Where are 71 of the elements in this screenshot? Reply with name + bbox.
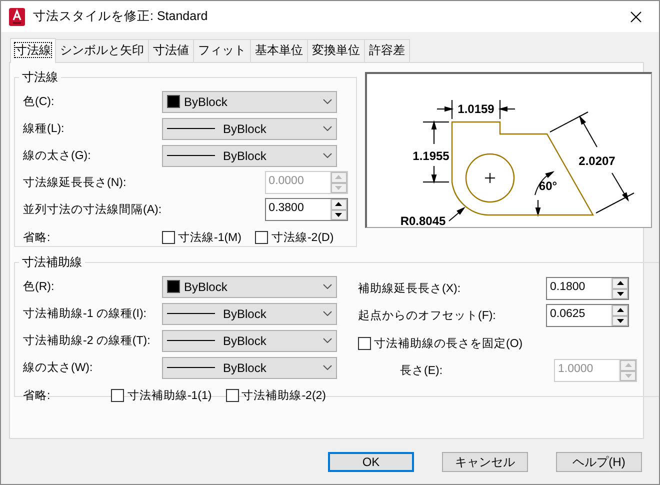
dropdown[interactable]: ByBlock (162, 276, 337, 298)
line-sample-icon (167, 367, 215, 368)
dialog-button[interactable]: キャンセル (442, 452, 528, 472)
dimension-label: 1.1955 (412, 149, 450, 163)
field-label: 寸法線延長長さ(N): (23, 176, 128, 190)
dialog-button[interactable]: ヘルプ(H) (556, 452, 642, 472)
field-label: 省略: (23, 230, 52, 244)
dropdown[interactable]: ByBlock (162, 144, 337, 166)
checkbox[interactable]: 寸法補助線の長さを固定(O) (358, 336, 523, 350)
checkbox-box[interactable] (255, 230, 268, 244)
dropdown[interactable]: ByBlock (162, 118, 337, 140)
checkbox-box[interactable] (358, 336, 371, 350)
dimension-label: R0.8045 (400, 214, 446, 226)
field-label: 並列寸法の寸法線間隔(A): (23, 202, 162, 217)
checkbox[interactable]: 寸法線-2(D) (255, 230, 334, 244)
field-label: 線の太さ(W): (23, 360, 94, 375)
color-swatch-icon (167, 280, 180, 293)
center-mark-icon (484, 172, 496, 184)
chevron-icon (323, 99, 332, 104)
group-title: 寸法補助線 (21, 254, 83, 271)
number-field[interactable]: 0.0625 (546, 304, 629, 327)
dimension-label: 1.0159 (457, 102, 494, 116)
field-label: 長さ(E): (400, 364, 444, 378)
line-sample-icon (167, 340, 215, 341)
dimension-label: 60° (538, 179, 557, 193)
spin-up-icon[interactable] (612, 278, 628, 288)
tab[interactable]: 許容差 (364, 39, 410, 62)
chevron-icon (323, 126, 332, 131)
group-title: 寸法線 (21, 69, 59, 86)
line-sample-icon (167, 155, 215, 156)
spin-up-icon[interactable] (330, 199, 347, 210)
line-sample-icon (167, 313, 215, 314)
field-label: 線種(L): (23, 122, 66, 136)
tab[interactable]: 寸法線 (10, 38, 56, 63)
checkbox-box[interactable] (111, 388, 124, 402)
dropdown[interactable]: ByBlock (162, 90, 337, 112)
color-swatch-icon (167, 95, 180, 108)
field-label: 色(R): (23, 280, 56, 294)
line-sample-icon (167, 128, 215, 129)
field-label: 線の太さ(G): (23, 148, 92, 163)
checkbox[interactable]: 寸法補助線-1(1) (111, 388, 212, 402)
spin-down-icon[interactable] (612, 288, 628, 299)
chevron-icon (323, 284, 332, 289)
checkbox[interactable]: 寸法線-1(M) (162, 230, 242, 244)
dialog-button[interactable]: OK (328, 452, 414, 472)
field-label: 起点からのオフセット(F): (358, 308, 497, 323)
checkbox-box[interactable] (226, 388, 239, 402)
spin-down-icon[interactable] (612, 316, 628, 326)
checkbox-box[interactable] (162, 230, 175, 244)
window-title: 寸法スタイルを修正: Standard (33, 8, 209, 25)
spin-up-icon[interactable] (612, 305, 628, 316)
hole-outline (465, 153, 514, 203)
chevron-icon (323, 365, 332, 370)
close-icon (630, 10, 642, 22)
chevron-icon (323, 338, 332, 343)
field-label: 補助線延長長さ(X): (358, 282, 462, 296)
app-icon (9, 8, 25, 26)
spin-down-icon[interactable] (330, 210, 347, 220)
field-label: 寸法補助線-2 の線種(T): (23, 334, 152, 348)
checkbox[interactable]: 寸法補助線-2(2) (226, 388, 326, 402)
dropdown[interactable]: ByBlock (162, 302, 337, 324)
field-label: 省略: (23, 388, 52, 402)
field-label: 寸法補助線-1 の線種(I): (23, 306, 148, 321)
field-label: 色(C): (23, 94, 56, 109)
dropdown[interactable]: ByBlock (162, 356, 337, 378)
number-field[interactable]: 0.3800 (264, 198, 348, 221)
number-field[interactable]: 0.1800 (546, 277, 629, 300)
dimension-label: 2.0207 (578, 154, 616, 168)
chevron-icon (323, 311, 332, 316)
dropdown[interactable]: ByBlock (162, 330, 337, 352)
chevron-icon (323, 153, 332, 158)
